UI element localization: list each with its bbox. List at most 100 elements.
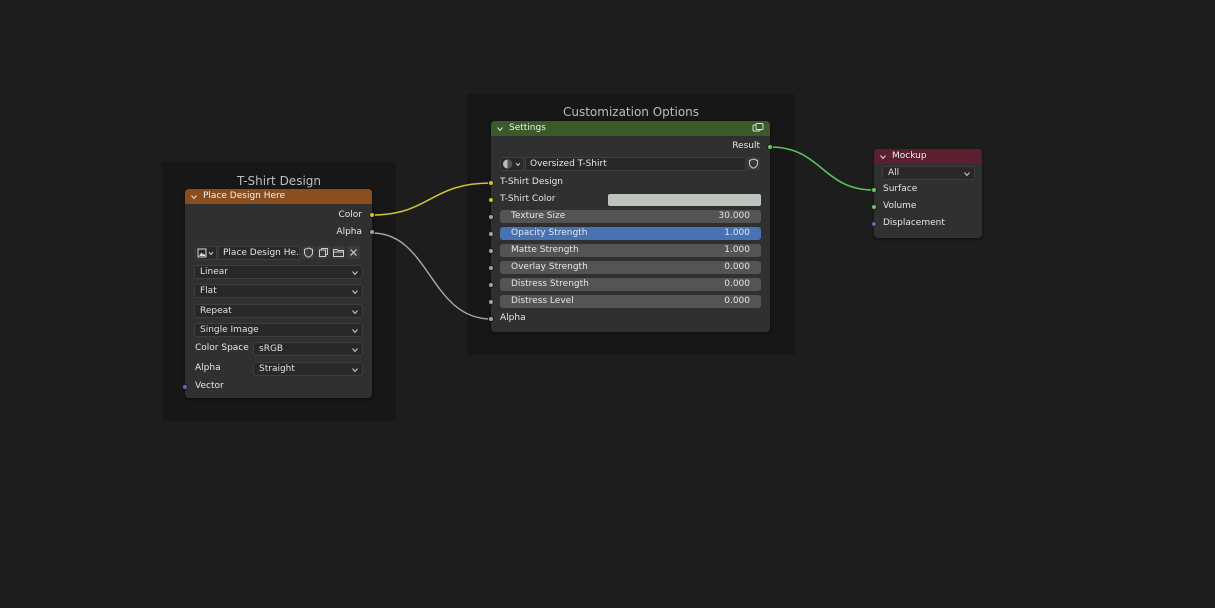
input-texture-size-socket[interactable] [488,214,494,220]
input-distress-level-socket[interactable] [488,299,494,305]
source-dropdown[interactable]: Single Image [194,323,363,337]
slider-label: Opacity Strength [511,228,588,238]
alpha-mode-dropdown[interactable]: Straight [253,362,363,376]
chevron-down-icon[interactable] [497,126,503,132]
image-texture-node[interactable]: Place Design Here Color Alpha Place Desi… [182,189,375,398]
node-title: Settings [509,123,546,133]
overlay-strength-slider[interactable]: Overlay Strength 0.000 [500,261,761,274]
unlink-image-button[interactable] [347,246,360,259]
slider-value: 0.000 [724,279,750,289]
slider-value: 0.000 [724,296,750,306]
input-volume-socket[interactable] [871,204,877,210]
open-image-button[interactable] [332,246,345,259]
fake-user-button[interactable] [302,246,315,259]
input-displacement-label: Displacement [883,218,945,228]
node-group-icon[interactable] [752,123,764,133]
target-value: All [888,168,900,178]
chevron-down-icon [352,310,358,315]
input-tshirt-design-socket[interactable] [488,180,494,186]
input-tshirt-color-label: T-Shirt Color [500,194,556,204]
source-value: Single Image [200,325,259,335]
chevron-down-icon[interactable] [191,194,197,200]
input-displacement-socket[interactable] [871,221,877,227]
slider-value: 1.000 [724,228,750,238]
shield-icon [304,247,313,258]
projection-value: Flat [200,286,217,296]
slider-label: Matte Strength [511,245,579,255]
chevron-down-icon[interactable] [880,154,886,160]
slider-label: Distress Strength [511,279,589,289]
alpha-mode-label: Alpha [195,363,221,373]
settings-node[interactable]: Settings Result Oversized T-Shirt T-Shir… [488,121,773,332]
slider-value: 1.000 [724,245,750,255]
input-vector-label: Vector [195,381,224,391]
target-dropdown[interactable]: All [882,166,975,180]
input-tshirt-color-socket[interactable] [488,197,494,203]
slider-value: 0.000 [724,262,750,272]
output-alpha-socket[interactable] [369,229,375,235]
color-space-label: Color Space [195,343,249,353]
input-opacity-strength-socket[interactable] [488,231,494,237]
link-result-to-surface [769,146,875,191]
input-surface-socket[interactable] [871,187,877,193]
material-sphere-icon [503,159,521,169]
slider-label: Distress Level [511,296,574,306]
chevron-down-icon [352,368,358,373]
duplicate-icon [319,248,328,257]
close-icon [350,249,357,256]
slider-value: 30.000 [718,211,751,221]
input-distress-strength-socket[interactable] [488,282,494,288]
input-tshirt-design-label: T-Shirt Design [500,177,563,187]
folder-icon [333,249,344,257]
interpolation-value: Linear [200,267,228,277]
input-alpha-label: Alpha [500,313,526,323]
output-color-socket[interactable] [369,212,375,218]
image-icon [197,248,214,258]
material-name-field[interactable]: Oversized T-Shirt [525,157,746,171]
color-space-dropdown[interactable]: sRGB [253,342,363,356]
mockup-node[interactable]: Mockup All Surface Volume Displacement [871,149,982,238]
distress-strength-slider[interactable]: Distress Strength 0.000 [500,278,761,291]
node-header[interactable]: Place Design Here [185,189,372,204]
output-color-label: Color [338,210,363,220]
input-matte-strength-socket[interactable] [488,248,494,254]
input-overlay-strength-socket[interactable] [488,265,494,271]
opacity-strength-slider[interactable]: Opacity Strength 1.000 [500,227,761,240]
input-volume-label: Volume [883,201,917,211]
fake-user-button[interactable] [747,157,760,170]
texture-size-slider[interactable]: Texture Size 30.000 [500,210,761,223]
chevron-down-icon [964,172,970,177]
extension-value: Repeat [200,306,232,316]
node-title: Mockup [892,151,927,161]
output-result-label: Result [732,141,760,151]
distress-level-slider[interactable]: Distress Level 0.000 [500,295,761,308]
chevron-down-icon [352,329,358,334]
node-header[interactable]: Settings [491,121,770,136]
projection-dropdown[interactable]: Flat [194,284,363,298]
color-space-value: sRGB [259,344,284,354]
duplicate-button[interactable] [317,246,330,259]
material-browse-button[interactable] [500,157,524,171]
output-result-socket[interactable] [767,144,773,150]
link-alpha-to-alpha [371,232,492,320]
input-surface-label: Surface [883,184,918,194]
alpha-mode-value: Straight [259,364,295,374]
shield-icon [749,158,758,169]
node-header[interactable]: Mockup [874,149,982,164]
link-color-to-tshirt-design [371,182,492,216]
slider-label: Texture Size [511,211,566,221]
tshirt-color-swatch[interactable] [608,194,761,206]
output-alpha-label: Alpha [336,227,362,237]
node-title: Place Design Here [203,191,286,201]
matte-strength-slider[interactable]: Matte Strength 1.000 [500,244,761,257]
image-browse-button[interactable] [195,246,217,260]
image-name-field[interactable]: Place Design He... [218,246,300,260]
interpolation-dropdown[interactable]: Linear [194,265,363,279]
input-vector-socket[interactable] [182,384,188,390]
slider-label: Overlay Strength [511,262,588,272]
extension-dropdown[interactable]: Repeat [194,304,363,318]
chevron-down-icon [352,348,358,353]
chevron-down-icon [352,290,358,295]
input-alpha-socket[interactable] [488,316,494,322]
chevron-down-icon [352,271,358,276]
